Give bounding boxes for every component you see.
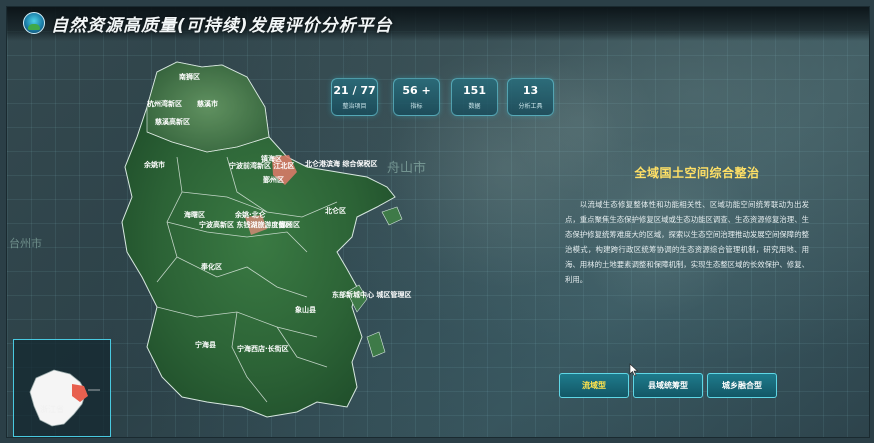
district-label: 慈溪高新区 — [155, 117, 190, 126]
district-label: 北仑区 — [325, 206, 346, 215]
district-label: 宁波前湾新区 江北区 — [229, 161, 294, 170]
district-label: 余姚·北仑 — [234, 210, 267, 219]
mouse-cursor-icon — [629, 363, 639, 377]
header-bar: 自然资源高质量(可持续)发展评价分析平台 — [7, 7, 869, 41]
district-label: 奉化区 — [201, 262, 222, 271]
district-label: 鄞州区 — [263, 175, 284, 184]
district-label: 慈溪市 — [197, 99, 218, 108]
stat-label: 分析工具 — [518, 103, 543, 110]
district-label: 鄞州区 — [279, 220, 300, 229]
stat-card-data[interactable]: 151 数据 — [451, 78, 498, 116]
island-3 — [381, 206, 403, 226]
district-label: 象山县 — [295, 305, 316, 314]
stat-value: 13 — [522, 84, 539, 97]
logo-icon — [23, 12, 45, 34]
district-label: 南狮区 — [179, 72, 200, 81]
app-frame: 舟山市 台州市 南狮区 慈溪市 杭州湾新区 慈溪高新区 余姚市 镇海区 宁波前湾… — [6, 6, 870, 438]
stat-card-indicators[interactable]: 56 + 指标 — [393, 78, 440, 116]
stat-label: 数据 — [468, 103, 481, 110]
inset-map[interactable]: 浙江省 — [13, 339, 111, 437]
county-coordination-button[interactable]: 县域统筹型 — [633, 373, 703, 398]
district-label: 海曙区 — [184, 210, 205, 219]
inset-label: 浙江省 — [40, 405, 64, 414]
district-label: 东部新城中心 城区管理区 — [332, 290, 411, 299]
panel-title: 全域国土空间综合整治 — [634, 166, 760, 180]
page-title: 自然资源高质量(可持续)发展评价分析平台 — [51, 16, 393, 36]
stat-card-projects[interactable]: 21 / 77 整治项目 — [331, 78, 378, 116]
district-label: 宁海西店·长街区 — [237, 344, 289, 353]
stat-value: 151 — [463, 84, 486, 97]
district-label: 杭州湾新区 — [147, 99, 182, 108]
stat-label: 整治项目 — [342, 103, 367, 110]
stat-value: 21 / 77 — [333, 84, 376, 97]
island-2 — [366, 331, 386, 358]
district-label: 北仑港滨海 综合保税区 — [305, 159, 377, 168]
district-label: 宁海县 — [195, 340, 216, 349]
stat-label: 指标 — [410, 103, 423, 110]
stat-value: 56 + — [402, 84, 431, 97]
urban-rural-integration-button[interactable]: 城乡融合型 — [707, 373, 777, 398]
panel-description: 以流域生态修复整体性和功能相关性、区域功能空间统筹联动为出发点，重点聚焦生态保护… — [565, 200, 809, 284]
district-label: 余姚市 — [143, 160, 165, 169]
province-outline — [29, 369, 100, 427]
stat-card-tools[interactable]: 13 分析工具 — [507, 78, 554, 116]
watershed-type-button[interactable]: 流域型 — [559, 373, 629, 398]
